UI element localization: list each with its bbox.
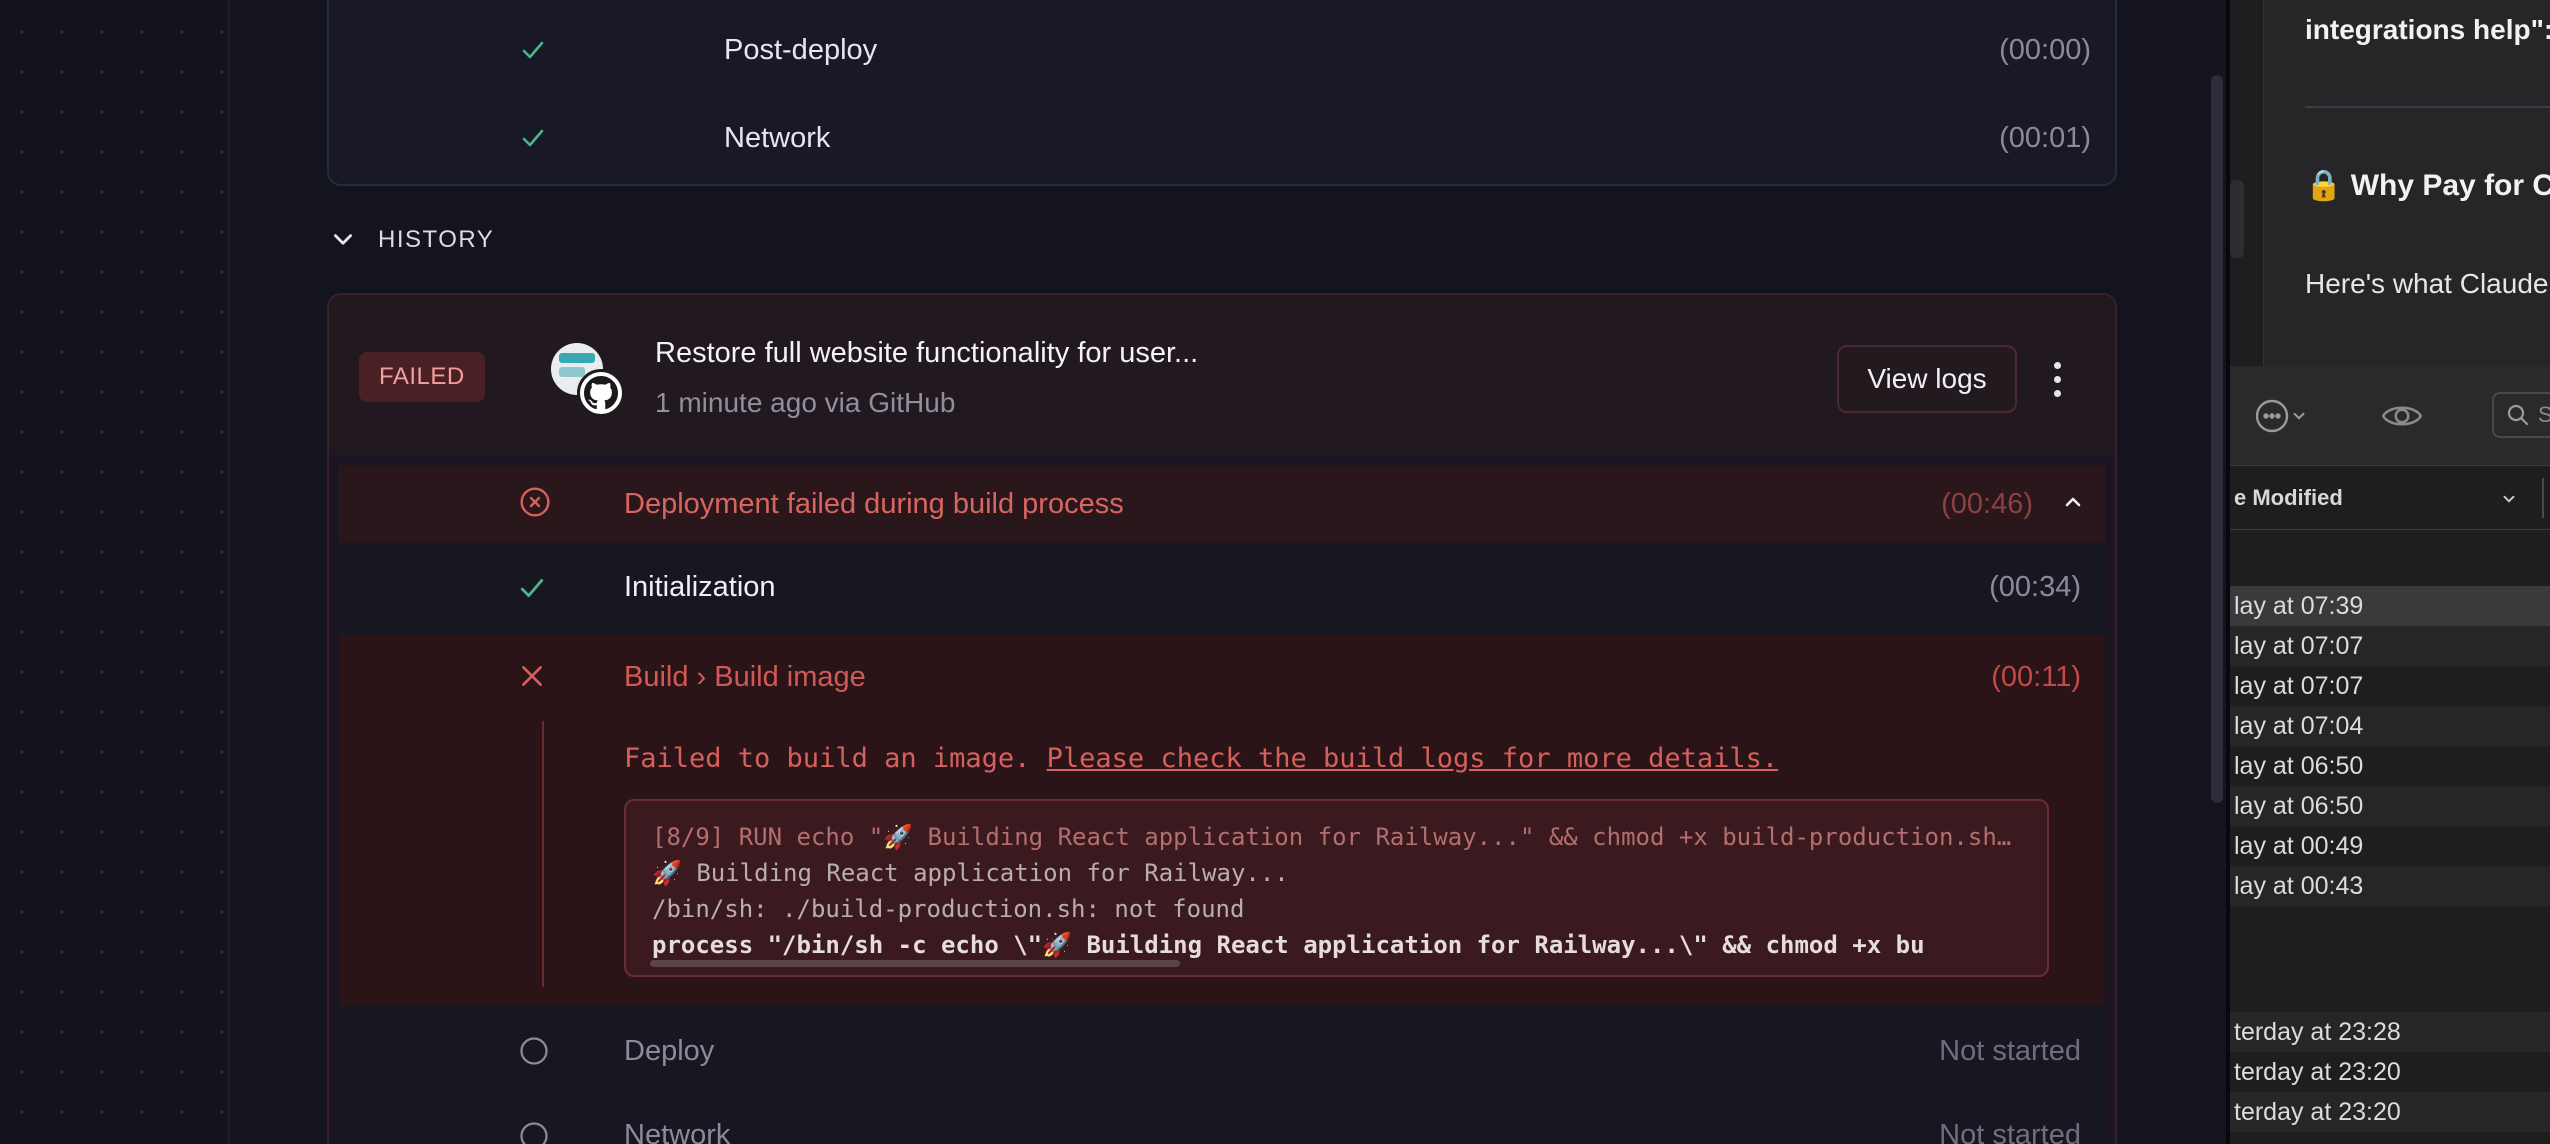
vertical-scrollbar[interactable] xyxy=(2211,75,2223,803)
empty-row xyxy=(2230,946,2550,986)
step-label: Deploy xyxy=(624,1035,715,1067)
search-input[interactable]: S xyxy=(2492,392,2550,438)
step-network[interactable]: Network Not started xyxy=(339,1095,2105,1144)
step-duration: (00:34) xyxy=(1989,571,2081,603)
error-circle-icon xyxy=(519,486,551,523)
step-initialization[interactable]: Initialization (00:34) xyxy=(339,543,2105,635)
more-options-icon[interactable] xyxy=(2037,353,2077,405)
step-deploy[interactable]: Deploy Not started xyxy=(339,1005,2105,1095)
file-row[interactable]: lay at 07:39 xyxy=(2230,586,2550,626)
search-placeholder: S xyxy=(2538,402,2550,427)
chevron-down-icon xyxy=(2503,495,2515,503)
log-line: [8/9] RUN echo "🚀 Building React applica… xyxy=(652,823,2023,851)
deployments-panel: Post-deploy (00:00) Network (00:01) HIST… xyxy=(230,0,2226,1144)
previous-deployment-card: Post-deploy (00:00) Network (00:01) xyxy=(327,0,2117,186)
file-row[interactable]: lay at 00:43 xyxy=(2230,866,2550,906)
close-icon xyxy=(519,663,545,694)
chevron-up-icon[interactable] xyxy=(2061,490,2085,519)
step-connector xyxy=(542,721,544,987)
checkmark-icon xyxy=(519,36,547,64)
chat-heading: 🔒 Why Pay for C xyxy=(2305,169,2550,202)
step-post-deploy[interactable]: Post-deploy (00:00) xyxy=(329,6,2115,94)
file-row[interactable]: lay at 07:07 xyxy=(2230,626,2550,666)
finder-toolbar: S xyxy=(2230,366,2550,466)
file-row[interactable]: lay at 00:49 xyxy=(2230,826,2550,866)
chevron-down-icon xyxy=(2293,412,2305,420)
file-row[interactable]: lay at 07:07 xyxy=(2230,666,2550,706)
status-badge: FAILED xyxy=(359,352,485,402)
step-duration: (00:11) xyxy=(1991,661,2081,693)
column-header-label: e Modified xyxy=(2234,484,2343,510)
horizontal-scrollbar[interactable] xyxy=(650,960,1180,967)
step-label: Initialization xyxy=(624,571,776,603)
pending-circle-icon xyxy=(519,1036,549,1071)
step-build-image[interactable]: Build › Build image (00:11) Failed to bu… xyxy=(339,635,2105,1005)
finder-window: S e Modified lay at 07:39 lay at 07:07 l… xyxy=(2230,366,2550,1144)
log-line: /bin/sh: ./build-production.sh: not foun… xyxy=(652,895,1245,923)
file-row[interactable]: terday at 23:28 xyxy=(2230,1012,2550,1052)
empty-row xyxy=(2230,906,2550,946)
column-separator[interactable] xyxy=(2542,478,2544,518)
error-prefix: Failed to build an image. xyxy=(624,743,1031,774)
failure-message: Deployment failed during build process xyxy=(624,487,1124,520)
file-row[interactable]: lay at 06:50 xyxy=(2230,746,2550,786)
file-row[interactable]: lay at 07:04 xyxy=(2230,706,2550,746)
step-label: Network xyxy=(624,1119,731,1144)
search-icon xyxy=(2507,404,2529,426)
view-logs-button[interactable]: View logs xyxy=(1837,345,2017,413)
step-label: Post-deploy xyxy=(724,33,878,66)
commit-title[interactable]: Restore full website functionality for u… xyxy=(655,337,1198,370)
log-line: process "/bin/sh -c echo \"🚀 Building Re… xyxy=(652,931,1925,959)
dotted-background xyxy=(0,0,228,1144)
file-row[interactable]: terday at 23:20 xyxy=(2230,1092,2550,1132)
file-row[interactable]: lay at 06:50 xyxy=(2230,786,2550,826)
deployment-header[interactable]: FAILED Restore full website functionalit… xyxy=(329,295,2115,455)
deployment-failure-summary[interactable]: Deployment failed during build process (… xyxy=(339,465,2105,543)
build-log-output[interactable]: [8/9] RUN echo "🚀 Building React applica… xyxy=(624,799,2049,977)
chat-window: integrations help": 🔒 Why Pay for C Here… xyxy=(2230,0,2550,366)
chevron-down-icon xyxy=(334,234,352,245)
commit-meta: 1 minute ago via GitHub xyxy=(655,387,956,418)
history-toggle[interactable]: HISTORY xyxy=(330,214,494,266)
step-status: Not started xyxy=(1939,1119,2081,1144)
build-error-message: Failed to build an image. Please check t… xyxy=(624,743,1778,774)
step-label: Build › Build image xyxy=(624,661,866,693)
eye-icon xyxy=(2381,406,2423,426)
build-logs-link[interactable]: Please check the build logs for more det… xyxy=(1047,743,1779,774)
step-duration: (00:00) xyxy=(1999,33,2091,66)
log-line: 🚀 Building React application for Railway… xyxy=(652,859,1289,887)
quick-look-button[interactable] xyxy=(2380,396,2424,436)
history-label: HISTORY xyxy=(378,226,495,253)
step-network[interactable]: Network (00:01) xyxy=(329,94,2115,182)
sidebar-item[interactable] xyxy=(2230,180,2244,258)
more-actions-button[interactable] xyxy=(2254,396,2308,436)
github-icon xyxy=(577,369,625,417)
file-row[interactable]: terday at 23:20 xyxy=(2230,1052,2550,1092)
chat-text: Here's what Claude xyxy=(2305,268,2549,299)
failed-deployment-card: FAILED Restore full website functionalit… xyxy=(327,293,2117,1144)
divider xyxy=(2305,106,2550,108)
checkmark-icon xyxy=(519,124,547,152)
step-status: Not started xyxy=(1939,1035,2081,1067)
author-avatar xyxy=(551,343,625,417)
step-label: Network xyxy=(724,121,831,154)
column-header-date-modified[interactable]: e Modified xyxy=(2230,466,2550,530)
checkmark-icon xyxy=(519,575,545,606)
step-duration: (00:01) xyxy=(1999,121,2091,154)
ellipsis-circle-icon xyxy=(2255,399,2289,433)
chat-text: integrations help": xyxy=(2305,14,2550,45)
pending-circle-icon xyxy=(519,1121,549,1144)
failure-duration: (00:46) xyxy=(1941,487,2033,520)
